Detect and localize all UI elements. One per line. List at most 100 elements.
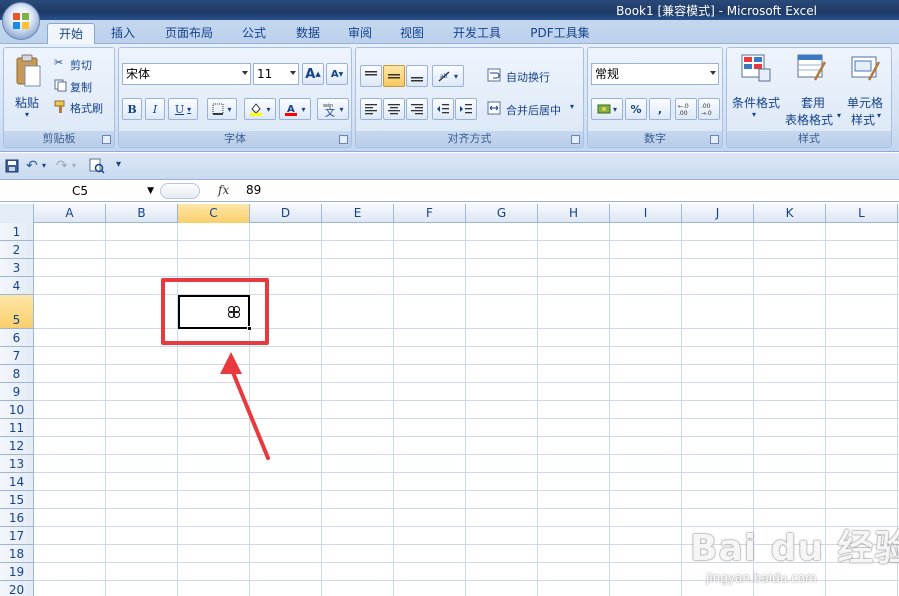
cut-button[interactable]: 剪切 (70, 57, 92, 73)
clipboard-launcher-icon[interactable] (102, 135, 111, 144)
merge-center-button[interactable]: 合并后居中 (506, 102, 561, 118)
tab-data[interactable]: 数据 (286, 23, 330, 45)
percent-button[interactable]: % (625, 98, 647, 120)
column-header-a[interactable]: A (34, 204, 106, 223)
italic-button[interactable]: I (145, 98, 165, 120)
column-header-h[interactable]: H (538, 204, 610, 223)
row-header-19[interactable]: 19 (0, 563, 34, 581)
align-right-button[interactable] (406, 98, 428, 120)
column-header-j[interactable]: J (682, 204, 754, 223)
row-header-14[interactable]: 14 (0, 473, 34, 491)
column-header-l[interactable]: L (826, 204, 898, 223)
fill-color-button[interactable]: ▾ (244, 98, 276, 120)
column-header-f[interactable]: F (394, 204, 466, 223)
format-table-label-1[interactable]: 套用 (801, 94, 825, 111)
tab-developer[interactable]: 开发工具 (444, 23, 510, 45)
cell-styles-label-1[interactable]: 单元格 (847, 94, 883, 111)
column-header-k[interactable]: K (754, 204, 826, 223)
column-header-g[interactable]: G (466, 204, 538, 223)
row-header-3[interactable]: 3 (0, 259, 34, 277)
row-header-18[interactable]: 18 (0, 545, 34, 563)
decrease-decimal-button[interactable]: .00 →.0 (698, 98, 720, 120)
insert-function-button[interactable]: fx (218, 183, 229, 197)
tab-review[interactable]: 审阅 (338, 23, 382, 45)
phonetic-button[interactable]: wén 文 ▾ (317, 98, 349, 120)
comma-button[interactable]: , (649, 98, 671, 120)
tab-page-layout[interactable]: 页面布局 (156, 23, 222, 45)
align-center-button[interactable] (383, 98, 405, 120)
tab-pdf-tools[interactable]: PDF工具集 (520, 23, 600, 45)
wrap-text-icon[interactable] (487, 68, 501, 82)
font-launcher-icon[interactable] (339, 135, 348, 144)
increase-decimal-button[interactable]: ←.0.00 (675, 98, 697, 120)
row-header-16[interactable]: 16 (0, 509, 34, 527)
align-left-button[interactable] (360, 98, 382, 120)
copy-icon[interactable] (54, 79, 67, 92)
name-box[interactable]: C5 ▼ (2, 182, 158, 201)
conditional-format-button[interactable]: 条件格式 (732, 94, 780, 111)
chevron-down-icon[interactable]: ▾ (752, 110, 756, 119)
row-header-15[interactable]: 15 (0, 491, 34, 509)
format-painter-icon[interactable] (54, 100, 68, 114)
row-header-6[interactable]: 6 (0, 329, 34, 347)
tab-home[interactable]: 开始 (47, 23, 95, 45)
column-header-c[interactable]: C (178, 204, 250, 223)
alignment-launcher-icon[interactable] (571, 135, 580, 144)
formula-input[interactable]: 89 (246, 183, 261, 197)
cell-styles-button[interactable]: 样式 (851, 111, 875, 128)
number-format-combo[interactable]: 常规 (591, 63, 719, 85)
row-header-13[interactable]: 13 (0, 455, 34, 473)
row-header-10[interactable]: 10 (0, 401, 34, 419)
increase-indent-button[interactable] (455, 98, 477, 120)
borders-button[interactable]: ▾ (207, 98, 237, 120)
row-header-8[interactable]: 8 (0, 365, 34, 383)
format-table-icon[interactable] (797, 54, 827, 82)
underline-button[interactable]: U ▾ (168, 98, 198, 120)
format-table-button[interactable]: 表格格式 (785, 111, 833, 128)
office-button[interactable] (2, 2, 40, 40)
copy-button[interactable]: 复制 (70, 79, 92, 95)
row-header-2[interactable]: 2 (0, 241, 34, 259)
paste-dropdown-icon[interactable]: ▾ (25, 110, 29, 119)
chevron-down-icon[interactable]: ▾ (877, 111, 881, 120)
print-preview-icon[interactable] (89, 158, 105, 174)
decrease-indent-button[interactable] (432, 98, 454, 120)
chevron-down-icon[interactable]: ▾ (837, 111, 841, 120)
column-header-d[interactable]: D (250, 204, 322, 223)
chevron-down-icon[interactable]: ▾ (42, 161, 46, 170)
row-header-5[interactable]: 5 (0, 295, 34, 329)
align-bottom-button[interactable] (406, 65, 428, 87)
orientation-button[interactable]: ab ▾ (432, 65, 464, 87)
tab-formulas[interactable]: 公式 (232, 23, 276, 45)
row-header-17[interactable]: 17 (0, 527, 34, 545)
font-size-combo[interactable]: 11 (253, 63, 299, 85)
chevron-down-icon[interactable]: ▾ (72, 161, 76, 170)
number-launcher-icon[interactable] (710, 135, 719, 144)
wrap-text-button[interactable]: 自动换行 (506, 69, 550, 85)
paste-icon[interactable] (14, 54, 42, 88)
redo-icon[interactable]: ↷ (56, 158, 68, 174)
grow-font-button[interactable]: A ▲ (302, 63, 324, 85)
shrink-font-button[interactable]: A ▼ (326, 63, 348, 85)
row-header-4[interactable]: 4 (0, 277, 34, 295)
column-header-e[interactable]: E (322, 204, 394, 223)
customize-qat-icon[interactable]: ▾ (116, 159, 121, 170)
conditional-format-icon[interactable] (741, 54, 771, 82)
bold-button[interactable]: B (122, 98, 142, 120)
formula-expand-handle[interactable] (160, 183, 200, 199)
cut-icon[interactable]: ✂ (54, 56, 63, 69)
format-painter-button[interactable]: 格式刷 (70, 100, 103, 116)
row-header-1[interactable]: 1 (0, 223, 34, 241)
font-name-combo[interactable]: 宋体 (122, 63, 251, 85)
align-top-button[interactable] (360, 65, 382, 87)
column-header-b[interactable]: B (106, 204, 178, 223)
row-header-12[interactable]: 12 (0, 437, 34, 455)
font-color-button[interactable]: A ▾ (279, 98, 311, 120)
column-header-i[interactable]: I (610, 204, 682, 223)
tab-insert[interactable]: 插入 (100, 23, 146, 45)
chevron-down-icon[interactable]: ▾ (570, 102, 574, 111)
row-header-9[interactable]: 9 (0, 383, 34, 401)
paste-label[interactable]: 粘贴 (15, 94, 39, 111)
cell-styles-icon[interactable] (851, 54, 881, 82)
row-header-11[interactable]: 11 (0, 419, 34, 437)
